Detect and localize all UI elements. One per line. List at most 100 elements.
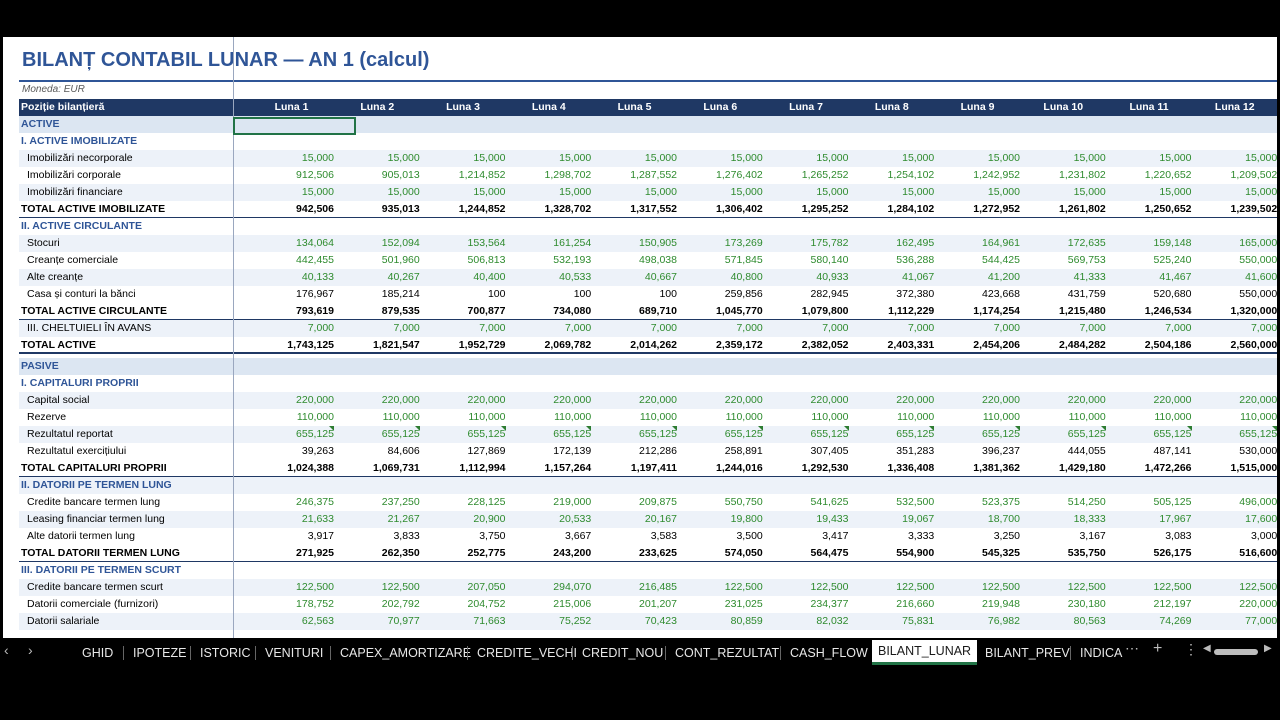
value-cell[interactable]: 15,000: [935, 184, 1020, 201]
value-cell[interactable]: 1,272,952: [935, 201, 1020, 218]
value-cell[interactable]: 655,125: [506, 426, 592, 443]
sheet-tab-istoric[interactable]: ISTORIC: [200, 644, 250, 662]
month-header[interactable]: Luna 1: [249, 99, 334, 116]
value-cell[interactable]: 77,000: [1192, 613, 1277, 630]
value-cell[interactable]: 550,000: [1192, 286, 1277, 303]
value-cell[interactable]: 15,000: [249, 184, 334, 201]
value-cell[interactable]: 231,025: [678, 596, 763, 613]
value-cell[interactable]: 176,967: [249, 286, 334, 303]
value-cell[interactable]: 530,000: [1192, 443, 1277, 460]
value-cell[interactable]: 532,500: [849, 494, 934, 511]
value-cell[interactable]: 185,214: [335, 286, 420, 303]
value-cell[interactable]: 234,377: [764, 596, 849, 613]
value-cell[interactable]: 18,333: [1021, 511, 1106, 528]
value-cell[interactable]: 15,000: [849, 184, 934, 201]
value-cell[interactable]: 1,069,731: [335, 460, 420, 477]
value-cell[interactable]: 15,000: [592, 184, 677, 201]
value-cell[interactable]: 1,024,388: [249, 460, 334, 477]
month-header[interactable]: Luna 3: [421, 99, 506, 116]
value-cell[interactable]: 21,267: [335, 511, 420, 528]
sheet-tab-capex-amortizare[interactable]: CAPEX_AMORTIZARE: [340, 644, 471, 662]
sheet-tab-ipoteze[interactable]: IPOTEZE: [133, 644, 186, 662]
value-cell[interactable]: 15,000: [335, 184, 420, 201]
value-cell[interactable]: 655,125: [592, 426, 677, 443]
value-cell[interactable]: 734,080: [506, 303, 591, 320]
value-cell[interactable]: 172,635: [1021, 235, 1106, 252]
value-cell[interactable]: 122,500: [764, 579, 849, 596]
value-cell[interactable]: 41,467: [1107, 269, 1191, 286]
value-cell[interactable]: 1,952,729: [421, 337, 506, 354]
value-cell[interactable]: 233,625: [592, 545, 677, 562]
value-cell[interactable]: 1,276,402: [678, 167, 763, 184]
value-cell[interactable]: 216,660: [849, 596, 934, 613]
value-cell[interactable]: 40,533: [506, 269, 591, 286]
value-cell[interactable]: 1,429,180: [1021, 460, 1106, 477]
value-cell[interactable]: 1,250,652: [1107, 201, 1192, 218]
value-cell[interactable]: 215,006: [506, 596, 591, 613]
value-cell[interactable]: 942,506: [249, 201, 334, 218]
value-cell[interactable]: 76,982: [935, 613, 1020, 630]
value-cell[interactable]: 1,174,254: [935, 303, 1020, 320]
sheet-tab-bilant-prev[interactable]: BILANT_PREV: [985, 644, 1070, 662]
value-cell[interactable]: 1,265,252: [764, 167, 849, 184]
value-cell[interactable]: 282,945: [764, 286, 849, 303]
value-cell[interactable]: 536,288: [849, 252, 934, 269]
value-cell[interactable]: 2,014,262: [592, 337, 677, 354]
sheet-tab-bilant-lunar[interactable]: BILANT_LUNAR: [872, 640, 978, 665]
value-cell[interactable]: 15,000: [935, 150, 1020, 167]
value-cell[interactable]: 1,317,552: [592, 201, 677, 218]
value-cell[interactable]: 228,125: [421, 494, 506, 511]
value-cell[interactable]: 220,000: [506, 392, 591, 409]
value-cell[interactable]: 655,125: [678, 426, 763, 443]
value-cell[interactable]: 110,000: [421, 409, 505, 426]
value-cell[interactable]: 271,925: [249, 545, 334, 562]
value-cell[interactable]: 15,000: [592, 150, 677, 167]
value-cell[interactable]: 1,821,547: [335, 337, 420, 354]
value-cell[interactable]: 7,000: [249, 320, 334, 337]
value-cell[interactable]: 110,000: [849, 409, 934, 426]
value-cell[interactable]: 252,775: [421, 545, 506, 562]
value-cell[interactable]: 15,000: [849, 150, 934, 167]
value-cell[interactable]: 82,032: [764, 613, 848, 630]
value-cell[interactable]: 1,743,125: [249, 337, 334, 354]
value-cell[interactable]: 219,000: [506, 494, 591, 511]
value-cell[interactable]: 19,800: [678, 511, 763, 528]
chevron-right-icon[interactable]: ›: [28, 642, 33, 658]
value-cell[interactable]: 15,000: [1021, 150, 1106, 167]
value-cell[interactable]: 7,000: [678, 320, 762, 337]
sheet-tab-cash-flow[interactable]: CASH_FLOW: [790, 644, 868, 662]
value-cell[interactable]: 70,423: [592, 613, 677, 630]
value-cell[interactable]: 526,175: [1107, 545, 1192, 562]
value-cell[interactable]: 307,405: [764, 443, 849, 460]
month-header[interactable]: Luna 11: [1107, 99, 1192, 116]
value-cell[interactable]: 7,000: [764, 320, 848, 337]
value-cell[interactable]: 550,000: [1192, 252, 1277, 269]
value-cell[interactable]: 74,269: [1107, 613, 1191, 630]
value-cell[interactable]: 220,000: [1107, 392, 1192, 409]
value-cell[interactable]: 122,500: [249, 579, 334, 596]
value-cell[interactable]: 351,283: [849, 443, 934, 460]
value-cell[interactable]: 122,500: [1192, 579, 1277, 596]
value-cell[interactable]: 153,564: [421, 235, 506, 252]
sheet-tab-credit-nou[interactable]: CREDIT_NOU: [582, 644, 663, 662]
value-cell[interactable]: 122,500: [335, 579, 420, 596]
month-header[interactable]: Luna 8: [849, 99, 934, 116]
value-cell[interactable]: 1,472,266: [1107, 460, 1192, 477]
sheet-tab-ghid[interactable]: GHID: [82, 644, 113, 662]
value-cell[interactable]: 127,869: [421, 443, 506, 460]
value-cell[interactable]: 159,148: [1107, 235, 1192, 252]
value-cell[interactable]: 506,813: [421, 252, 506, 269]
value-cell[interactable]: 15,000: [335, 150, 420, 167]
value-cell[interactable]: 110,000: [1021, 409, 1106, 426]
value-cell[interactable]: 2,382,052: [764, 337, 849, 354]
value-cell[interactable]: 431,759: [1021, 286, 1106, 303]
value-cell[interactable]: 110,000: [1192, 409, 1277, 426]
value-cell[interactable]: 110,000: [506, 409, 591, 426]
value-cell[interactable]: 1,328,702: [506, 201, 592, 218]
value-cell[interactable]: 294,070: [506, 579, 591, 596]
value-cell[interactable]: 15,000: [764, 150, 848, 167]
value-cell[interactable]: 689,710: [592, 303, 677, 320]
value-cell[interactable]: 1,254,102: [849, 167, 935, 184]
value-cell[interactable]: 41,600: [1192, 269, 1277, 286]
value-cell[interactable]: 550,750: [678, 494, 763, 511]
